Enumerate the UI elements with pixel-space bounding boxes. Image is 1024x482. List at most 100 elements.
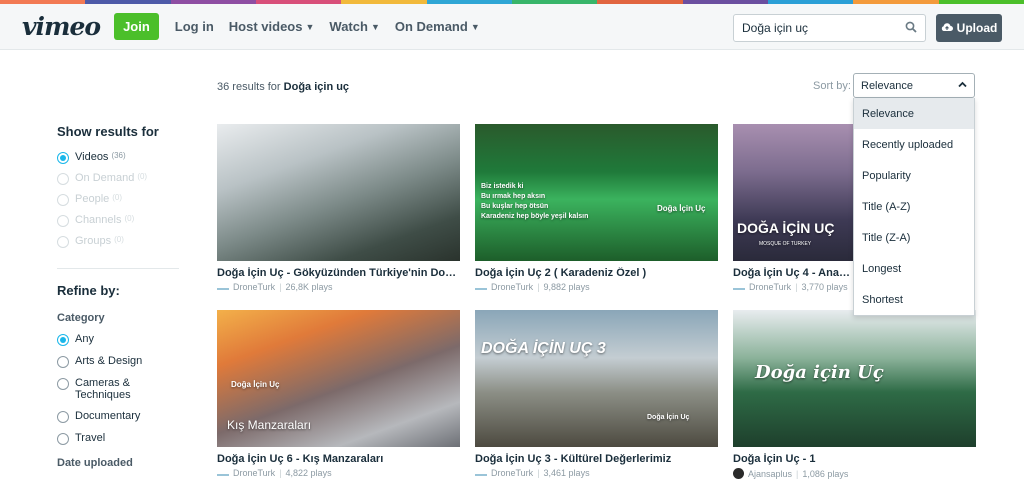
join-button[interactable]: Join: [114, 13, 159, 40]
nav-host-videos[interactable]: Host videos ▼: [229, 19, 315, 34]
channel-name[interactable]: DroneTurk: [491, 468, 533, 478]
video-meta: DroneTurk | 26,8K plays: [217, 282, 460, 292]
thumbnail-overlay-text: DOĞA İÇİN UÇ: [737, 220, 835, 236]
radio-label: Groups: [75, 235, 112, 247]
video-card[interactable]: Kış Manzaraları Doğa İçin Uç Doğa İçin Uç …: [217, 310, 460, 478]
radio-count: (0): [114, 235, 124, 244]
radio-circle: [57, 411, 69, 423]
radio-label: Channels: [75, 214, 122, 226]
nav-log-in[interactable]: Log in: [175, 19, 214, 34]
meta-separator: |: [796, 468, 799, 479]
video-meta: DroneTurk | 4,822 plays: [217, 468, 460, 478]
category-options: Any Arts & Design Cameras & Techniques Docu…: [57, 333, 179, 445]
channel-icon: [475, 284, 487, 290]
video-thumbnail[interactable]: DOĞA İÇİN UÇ 3 Doğa İçin Uç: [475, 310, 718, 447]
chevron-up-icon: [958, 80, 967, 91]
video-thumbnail[interactable]: DOĞA İÇİN UÇ MOSQUE OF TURKEY: [733, 124, 855, 261]
meta-separator: |: [279, 468, 282, 478]
radio-circle: [57, 215, 69, 227]
radio-option[interactable]: Documentary: [57, 410, 179, 423]
video-card[interactable]: Doğa için Uç Doğa İçin Uç - 1 Ajansaplus | 1…: [733, 310, 976, 479]
radio-option[interactable]: Travel: [57, 432, 179, 445]
radio-count: (36): [111, 151, 126, 160]
video-thumbnail[interactable]: [217, 124, 460, 261]
channel-icon: [733, 284, 745, 290]
thumbnail-overlay-subtext: MOSQUE OF TURKEY: [759, 241, 812, 247]
sort-option[interactable]: Longest: [854, 253, 974, 284]
radio-circle: [57, 378, 69, 390]
video-thumbnail[interactable]: Doğa için Uç: [733, 310, 976, 447]
channel-name[interactable]: DroneTurk: [233, 468, 275, 478]
radio-circle: [57, 173, 69, 185]
video-card[interactable]: DOĞA İÇİN UÇ 3 Doğa İçin Uç Doğa İçin Uç 3…: [475, 310, 718, 478]
radio-label: Travel: [75, 432, 106, 444]
video-title[interactable]: Doğa İçin Uç 2 ( Karadeniz Özel ): [475, 267, 718, 279]
play-count: 9,882 plays: [543, 282, 590, 292]
nav-watch[interactable]: Watch ▼: [329, 19, 379, 34]
video-title[interactable]: Doğa İçin Uç - 1: [733, 453, 976, 465]
channel-name[interactable]: DroneTurk: [233, 282, 275, 292]
radio-label: Documentary: [75, 410, 141, 422]
sort-dropdown: Relevance Recently uploaded Popularity Titl…: [853, 98, 975, 316]
video-thumbnail[interactable]: Kış Manzaraları Doğa İçin Uç: [217, 310, 460, 447]
sort-option[interactable]: Title (Z-A): [854, 222, 974, 253]
sort-option[interactable]: Title (A-Z): [854, 191, 974, 222]
radio-circle: [57, 152, 69, 164]
vimeo-logo[interactable]: vimeo: [22, 14, 101, 39]
channel-name[interactable]: Ajansaplus: [748, 469, 792, 479]
radio-option[interactable]: Any: [57, 333, 179, 346]
sort-option[interactable]: Popularity: [854, 160, 974, 191]
video-title[interactable]: Doğa İçin Uç 6 - Kış Manzaraları: [217, 453, 460, 465]
radio-option: People (0): [57, 193, 179, 206]
radio-circle: [57, 356, 69, 368]
radio-circle: [57, 334, 69, 346]
radio-option[interactable]: Arts & Design: [57, 355, 179, 368]
thumbnail-overlay-text: Doğa için Uç: [755, 362, 884, 383]
search-icon[interactable]: [905, 21, 917, 36]
radio-label: On Demand: [75, 172, 135, 184]
radio-label: Videos: [75, 151, 109, 163]
play-count: 26,8K plays: [285, 282, 333, 292]
radio-option[interactable]: Videos (36): [57, 151, 179, 164]
upload-button[interactable]: Upload: [936, 14, 1002, 42]
radio-count: (0): [124, 214, 135, 223]
category-title: Category: [57, 312, 105, 324]
video-title[interactable]: Doğa İçin Uç 3 - Kültürel Değerlerimiz: [475, 453, 718, 465]
channel-icon: [475, 470, 487, 476]
date-uploaded-title: Date uploaded: [57, 457, 133, 469]
radio-option: On Demand (0): [57, 172, 179, 185]
radio-label: Cameras & Techniques: [75, 377, 131, 401]
channel-name[interactable]: DroneTurk: [491, 282, 533, 292]
video-title[interactable]: Doğa İçin Uç - Gökyüzünden Türkiye'nin D…: [217, 267, 460, 279]
refine-title: Refine by:: [57, 283, 120, 298]
radio-option: Channels (0): [57, 214, 179, 227]
video-card[interactable]: Biz istedik ki Bu ırmak hep aksın Bu kuş…: [475, 124, 718, 292]
sort-option[interactable]: Recently uploaded: [854, 129, 974, 160]
sort-option[interactable]: Relevance: [854, 98, 974, 129]
video-meta: DroneTurk | 3,461 plays: [475, 468, 718, 478]
cloud-upload-icon: [941, 22, 953, 35]
nav-on-demand[interactable]: On Demand ▼: [395, 19, 480, 34]
thumbnail-overlay-text: Kış Manzaraları: [227, 418, 312, 432]
meta-separator: |: [279, 282, 282, 292]
play-count: 3,461 plays: [543, 468, 590, 478]
video-thumbnail[interactable]: Biz istedik ki Bu ırmak hep aksın Bu kuş…: [475, 124, 718, 261]
chevron-down-icon: ▼: [370, 21, 380, 32]
channel-name[interactable]: DroneTurk: [749, 282, 791, 292]
channel-icon: [217, 470, 229, 476]
sort-select[interactable]: Relevance: [853, 73, 975, 98]
radio-option[interactable]: Cameras & Techniques: [57, 377, 179, 401]
sort-option[interactable]: Shortest: [854, 284, 974, 315]
show-results-title: Show results for: [57, 124, 159, 139]
show-options: Videos (36) On Demand (0) People (0) Channels(…: [57, 151, 179, 248]
play-count: 3,770 plays: [801, 282, 848, 292]
meta-separator: |: [537, 282, 540, 292]
video-card[interactable]: Doğa İçin Uç - Gökyüzünden Türkiye'nin D…: [217, 124, 460, 292]
results-count: 36 results for Doğa için uç: [217, 81, 350, 93]
thumbnail-overlay-subtext: Doğa İçin Uç: [657, 204, 706, 213]
radio-label: Arts & Design: [75, 355, 143, 367]
search-box: [733, 14, 926, 42]
play-count: 1,086 plays: [802, 468, 849, 479]
search-input[interactable]: [742, 21, 905, 35]
video-title[interactable]: Doğa İçin Uç 4 - Anadolu: [733, 267, 853, 279]
